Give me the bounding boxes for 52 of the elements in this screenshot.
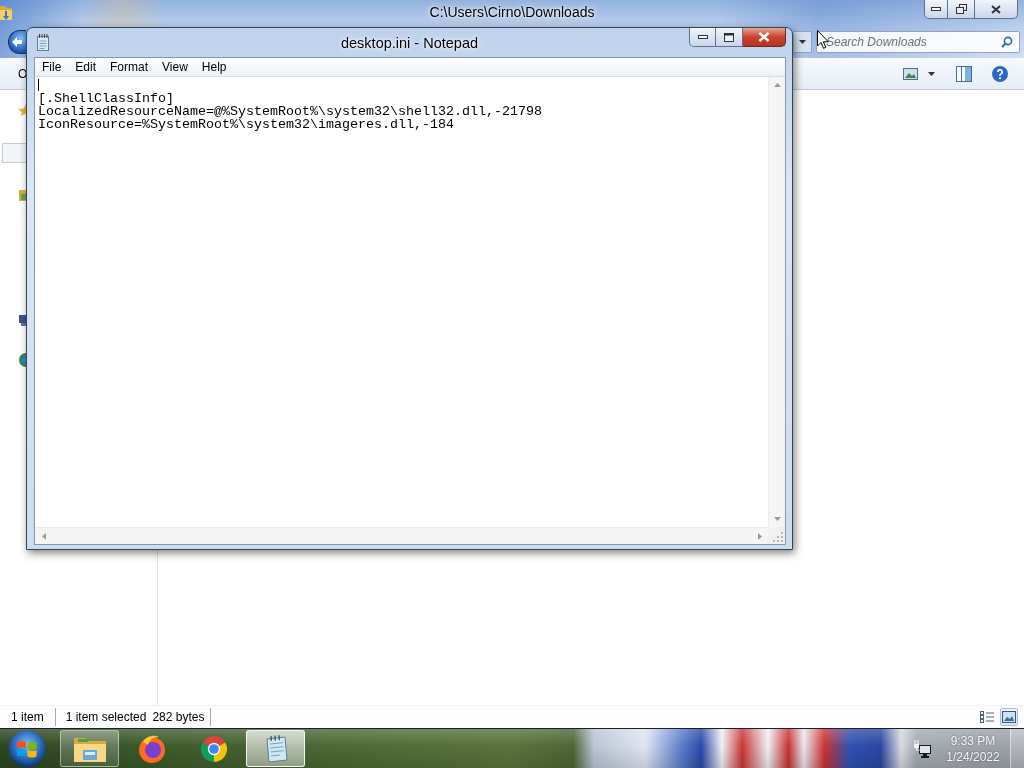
menu-item[interactable]: File bbox=[35, 57, 69, 77]
window-title: desktop.ini - Notepad bbox=[341, 34, 478, 51]
picture-icon[interactable] bbox=[902, 67, 918, 80]
search-field[interactable]: Search Downloads bbox=[816, 31, 1020, 53]
network-icon[interactable] bbox=[913, 738, 931, 759]
close-icon[interactable] bbox=[991, 4, 1001, 14]
monitor-icon[interactable] bbox=[18, 313, 26, 327]
selection-size: 282 bytes bbox=[152, 710, 205, 724]
restore-icon[interactable] bbox=[955, 4, 967, 14]
restore-button[interactable] bbox=[948, 0, 975, 19]
folder-icon[interactable] bbox=[18, 189, 26, 201]
caret-icon[interactable] bbox=[799, 40, 806, 44]
back-button[interactable] bbox=[8, 30, 26, 54]
minimize-icon[interactable] bbox=[931, 7, 941, 11]
up-arrow-icon[interactable] bbox=[774, 83, 781, 87]
browser-icon[interactable] bbox=[199, 734, 228, 763]
text-line: IconResource=%SystemRoot%\system32\imageres.dll,-184 bbox=[38, 118, 454, 131]
left-arrow-icon[interactable] bbox=[41, 532, 46, 540]
menu-item[interactable]: Format bbox=[103, 57, 156, 77]
menu-item[interactable]: View bbox=[155, 57, 195, 77]
minimize-icon[interactable] bbox=[697, 35, 708, 39]
menu-item[interactable]: Edit bbox=[68, 57, 104, 77]
text-editor[interactable]: [.ShellClassInfo] LocalizedResourceName=@%SystemRoot%\system32\shell32.dll,-21798 IconResource=%SystemRoot%\system32\imageres.dll,-184 bbox=[35, 77, 785, 544]
taskbar-button[interactable] bbox=[60, 730, 119, 767]
item-count: 1 item bbox=[11, 710, 44, 724]
caret-icon[interactable] bbox=[927, 71, 935, 76]
address-dropdown-button[interactable] bbox=[794, 31, 812, 53]
maximize-icon[interactable] bbox=[724, 32, 734, 42]
browser-icon[interactable] bbox=[136, 733, 167, 764]
vertical-scrollbar[interactable] bbox=[768, 77, 785, 527]
minimize-button[interactable] bbox=[689, 28, 716, 47]
selection-highlight bbox=[2, 143, 26, 163]
notepad-icon bbox=[36, 34, 50, 51]
text-cursor bbox=[38, 79, 39, 91]
right-arrow-icon[interactable] bbox=[757, 532, 762, 540]
globe-icon[interactable] bbox=[18, 353, 26, 367]
window-title: C:\Users\Cirno\Downloads bbox=[429, 3, 595, 22]
taskbar-button[interactable] bbox=[246, 730, 305, 767]
horizontal-scrollbar[interactable] bbox=[35, 527, 768, 544]
menu-item[interactable]: Help bbox=[194, 57, 234, 77]
close-button[interactable] bbox=[975, 0, 1018, 19]
close-button[interactable] bbox=[743, 28, 786, 47]
size-grip-icon[interactable] bbox=[773, 532, 783, 542]
left-arrow-icon[interactable] bbox=[12, 37, 22, 47]
text-line: LocalizedResourceName=@%SystemRoot%\system32\shell32.dll,-21798 bbox=[38, 105, 542, 118]
text-line: [.ShellClassInfo] bbox=[38, 92, 174, 105]
maximize-button[interactable] bbox=[716, 28, 743, 47]
down-arrow-icon[interactable] bbox=[774, 517, 781, 521]
selection-count: 1 item selected bbox=[65, 710, 147, 724]
minimize-button[interactable] bbox=[924, 0, 948, 19]
search-icon[interactable] bbox=[1001, 36, 1013, 48]
start-button[interactable] bbox=[8, 729, 46, 768]
